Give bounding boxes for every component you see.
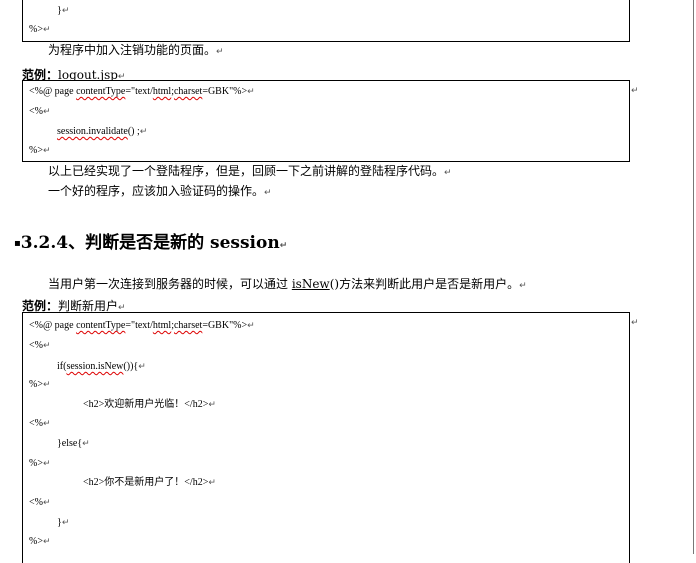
paragraph-mark-icon: ↵ bbox=[42, 419, 51, 429]
paragraph-mark-icon: ↵ bbox=[42, 25, 51, 35]
code-line: if(session.isNew()){↵ bbox=[57, 360, 146, 374]
paragraph-mark-icon: ↵ bbox=[61, 6, 70, 16]
code-line: %>↵ bbox=[29, 535, 51, 549]
section-number: 3.2.4 bbox=[20, 233, 69, 253]
code-line: <h2>欢迎新用户光临！</h2>↵ bbox=[83, 398, 216, 412]
paragraph-mark-icon: ↵ bbox=[247, 87, 255, 97]
code-text: <% bbox=[29, 340, 43, 351]
code-text: %> bbox=[29, 536, 43, 547]
paragraph-text: 一个好的程序，应该加入验证码的操作。 bbox=[48, 184, 265, 198]
paragraph: 一个好的程序，应该加入验证码的操作。↵ bbox=[48, 184, 272, 201]
code-text: session.isNew bbox=[66, 361, 124, 372]
code-text: ="text/ bbox=[125, 86, 153, 97]
paragraph-mark-icon: ↵ bbox=[61, 518, 70, 528]
paragraph: 当用户第一次连接到服务器的时候，可以通过 isNew()方法来判断此用户是否是新… bbox=[48, 277, 527, 294]
paragraph-text: 当用户第一次连接到服务器的时候，可以通过 bbox=[48, 277, 292, 291]
paragraph-mark-icon: ↵ bbox=[42, 146, 51, 156]
code-line: }↵ bbox=[57, 4, 69, 18]
code-text: session.invalidate bbox=[57, 126, 128, 137]
code-line: <%@ page contentType="text/html;charset=… bbox=[29, 319, 255, 333]
example-title: 判断新用户 bbox=[58, 299, 119, 313]
code-text: <%@ page bbox=[29, 320, 77, 331]
paragraph-mark-icon: ↵ bbox=[216, 47, 224, 57]
page-border-line bbox=[693, 0, 694, 554]
code-line: session.invalidate() ;↵ bbox=[57, 125, 147, 139]
code-text: =GBK"%> bbox=[202, 320, 248, 331]
code-text: =GBK"%> bbox=[202, 86, 248, 97]
code-text: %> bbox=[29, 24, 43, 35]
paragraph-text: 以上已经实现了一个登陆程序，但是，回顾一下之前讲解的登陆程序代码。 bbox=[48, 164, 445, 178]
paragraph-mark-icon: ↵ bbox=[42, 107, 51, 117]
paragraph: 为程序中加入注销功能的页面。↵ bbox=[48, 43, 224, 60]
example-label: 范例： bbox=[22, 299, 59, 313]
code-text: contentType bbox=[76, 86, 126, 97]
code-text: html bbox=[152, 320, 172, 331]
section-title: 、判断是否是新的 session bbox=[68, 233, 280, 253]
code-box-top: }↵ %>↵ bbox=[22, 0, 630, 42]
code-line: }↵ bbox=[57, 516, 69, 530]
paragraph-mark-icon: ↵ bbox=[139, 127, 148, 137]
paragraph-mark-icon: ↵ bbox=[82, 439, 90, 449]
code-text: charset bbox=[173, 320, 203, 331]
code-text: %> bbox=[29, 145, 43, 156]
paragraph-mark-icon: ↵ bbox=[42, 498, 51, 508]
paragraph-mark-icon: ↵ bbox=[519, 281, 527, 291]
code-text: contentType bbox=[76, 320, 126, 331]
code-text: <% bbox=[29, 497, 43, 508]
paragraph-mark-icon: ↵ bbox=[42, 341, 51, 351]
paragraph-mark-icon: ↵ bbox=[42, 537, 51, 547]
code-text: () ; bbox=[127, 126, 140, 137]
code-text: <%@ page bbox=[29, 86, 77, 97]
code-line: <h2>你不是新用户了！</h2>↵ bbox=[83, 476, 216, 490]
paragraph-mark-icon: ↵ bbox=[138, 362, 146, 372]
code-line: %>↵ bbox=[29, 144, 51, 158]
section-heading: ▪3.2.4、判断是否是新的 session↵ bbox=[14, 228, 287, 253]
paragraph-mark-icon: ↵ bbox=[42, 459, 51, 469]
code-line: %>↵ bbox=[29, 378, 51, 392]
code-box-isnew: <%@ page contentType="text/html;charset=… bbox=[22, 312, 630, 563]
code-line: <%@ page contentType="text/html;charset=… bbox=[29, 85, 255, 99]
code-text: <% bbox=[29, 418, 43, 429]
method-name: isNew bbox=[291, 277, 330, 291]
paragraph-mark-icon: ↵ bbox=[631, 86, 639, 96]
code-text: <h2>欢迎新用户光临！</h2> bbox=[83, 399, 209, 410]
code-line: %>↵ bbox=[29, 457, 51, 471]
code-text: <% bbox=[29, 106, 43, 117]
paragraph-text: 为程序中加入注销功能的页面。 bbox=[48, 43, 217, 57]
code-text: }else{ bbox=[57, 438, 83, 449]
paragraph-text: ()方法来判断此用户是否是新用户。 bbox=[329, 277, 520, 291]
paragraph-mark-icon: ↵ bbox=[444, 168, 452, 178]
code-text: ()){ bbox=[123, 361, 139, 372]
paragraph-mark-icon: ↵ bbox=[208, 478, 216, 488]
code-line: <%↵ bbox=[29, 105, 51, 119]
paragraph-mark-icon: ↵ bbox=[208, 400, 216, 410]
code-line: }else{↵ bbox=[57, 437, 90, 451]
paragraph-mark-icon: ↵ bbox=[42, 380, 51, 390]
code-text: charset bbox=[173, 86, 203, 97]
code-line: <%↵ bbox=[29, 496, 51, 510]
paragraph: 以上已经实现了一个登陆程序，但是，回顾一下之前讲解的登陆程序代码。↵ bbox=[48, 164, 452, 181]
paragraph-mark-icon: ↵ bbox=[247, 321, 255, 331]
code-box-logout: <%@ page contentType="text/html;charset=… bbox=[22, 80, 630, 162]
code-text: %> bbox=[29, 379, 43, 390]
paragraph-mark-icon: ↵ bbox=[264, 188, 272, 198]
code-text: %> bbox=[29, 458, 43, 469]
code-line: %>↵ bbox=[29, 23, 51, 37]
paragraph-mark-icon: ↵ bbox=[279, 241, 288, 251]
code-text: <h2>你不是新用户了！</h2> bbox=[83, 477, 209, 488]
bullet-icon: ▪ bbox=[14, 238, 21, 249]
paragraph-mark-icon: ↵ bbox=[631, 318, 639, 328]
code-text: html bbox=[152, 86, 172, 97]
code-text: ="text/ bbox=[125, 320, 153, 331]
code-line: <%↵ bbox=[29, 339, 51, 353]
code-line: <%↵ bbox=[29, 417, 51, 431]
